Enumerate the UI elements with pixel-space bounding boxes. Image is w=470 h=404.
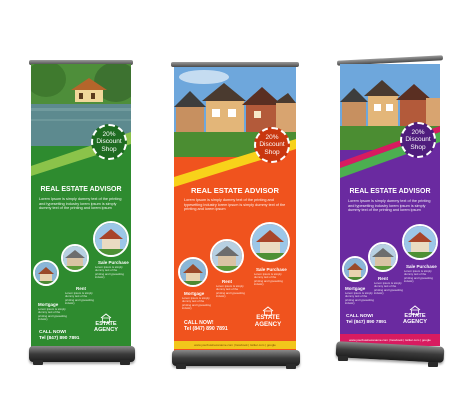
service-text-rent: Lorem ipsum is simply dummy text of the … [374,281,403,296]
stand-foot-left [338,356,348,361]
phone-number: Tel (847) 890 7891 [346,320,387,326]
service-text-sale-purchase: Lorem ipsum is simply dummy text of the … [404,269,433,284]
service-circle-mortgage [342,256,368,282]
banner-intro: Lorem Ipsum is simply dummy text of the … [348,199,431,213]
banner-purple: 20% Discount Shop REAL ESTATE ADVISOR Lo… [340,64,440,346]
service-circle-sale-purchase [402,224,438,260]
stand-foot-right [428,362,438,367]
service-text-mortgage: Lorem ipsum is simply dummy text of the … [345,291,374,306]
rollup-stand-purple: 20% Discount Shop REAL ESTATE ADVISOR Lo… [0,0,470,404]
discount-badge: 20% Discount Shop [400,122,436,158]
badge-shop: Shop [410,143,426,151]
badge-word: Discount [405,136,431,144]
call-now-block: CALL NOW! Tel (847) 890 7891 [346,314,386,327]
agency-block: ESTATE AGENCY [394,302,436,325]
banner-title: REAL ESTATE ADVISOR [349,188,431,195]
service-circle-rent [368,242,398,272]
badge-percent: 20% [411,128,425,136]
house-logo-icon [409,302,421,315]
